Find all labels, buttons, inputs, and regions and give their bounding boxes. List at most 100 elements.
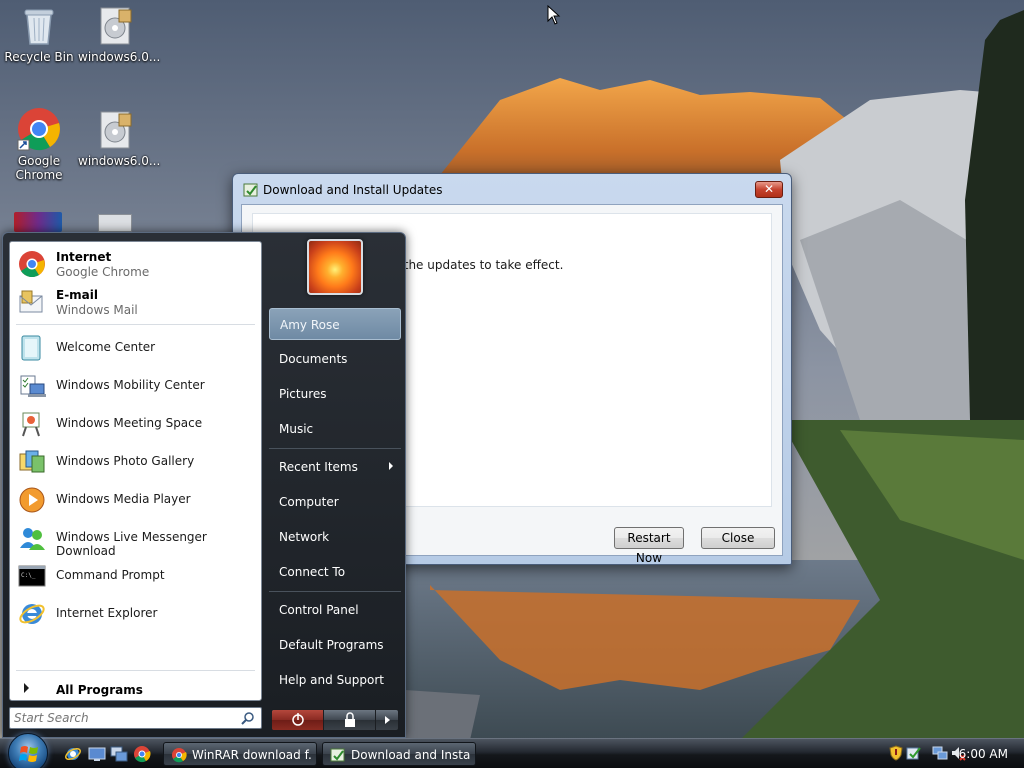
pinned-title: E-mail (56, 288, 99, 302)
places-label: Default Programs (279, 638, 384, 652)
pinned-subtitle: Windows Mail (56, 303, 138, 317)
chrome-icon (172, 748, 187, 763)
switch-windows-icon[interactable] (110, 745, 128, 763)
program-media-player[interactable]: Windows Media Player (14, 482, 258, 518)
start-search-input[interactable] (14, 710, 234, 726)
places-divider (269, 448, 401, 449)
taskbar-button-chrome[interactable]: WinRAR download f... (163, 742, 317, 766)
restart-now-button[interactable]: Restart Now (614, 527, 684, 565)
internet-explorer-icon (19, 604, 45, 624)
start-search-box[interactable] (9, 707, 262, 729)
places-help-and-support[interactable]: Help and Support (269, 664, 401, 696)
windows-update-icon (243, 183, 258, 197)
program-label: Command Prompt (56, 568, 165, 582)
start-menu-divider (16, 670, 255, 671)
places-user-folder[interactable]: Amy Rose (269, 308, 401, 340)
pinned-subtitle: Google Chrome (56, 265, 150, 279)
places-pictures[interactable]: Pictures (269, 378, 401, 410)
start-button[interactable] (8, 733, 48, 768)
places-recent-items[interactable]: Recent Items (269, 451, 401, 483)
update-check-icon[interactable] (906, 745, 922, 761)
places-label: Amy Rose (280, 318, 340, 332)
lock-icon (345, 712, 355, 727)
lock-button[interactable] (324, 710, 376, 730)
program-label: Welcome Center (56, 340, 156, 354)
places-label: Documents (279, 352, 348, 366)
places-network[interactable]: Network (269, 521, 401, 553)
installer-package-icon (93, 106, 139, 152)
program-photo-gallery[interactable]: Windows Photo Gallery (14, 444, 258, 480)
network-icon[interactable] (932, 745, 948, 761)
windows-update-icon (330, 748, 345, 762)
installer-package-icon[interactable] (98, 214, 132, 232)
close-button[interactable]: Close (701, 527, 775, 549)
media-player-icon (19, 487, 45, 513)
security-shield-icon[interactable] (888, 745, 904, 761)
all-programs-button[interactable]: All Programs (14, 680, 258, 700)
pinned-email[interactable]: E-mail Windows Mail (14, 284, 258, 320)
messenger-icon (20, 528, 45, 550)
places-music[interactable]: Music (269, 413, 401, 445)
mobility-center-icon (20, 375, 46, 397)
chrome-icon (16, 106, 62, 152)
program-label: Windows Photo Gallery (56, 454, 195, 468)
program-meeting-space[interactable]: Windows Meeting Space (14, 406, 258, 442)
internet-explorer-icon[interactable] (64, 745, 82, 763)
windows-logo-icon (19, 746, 38, 762)
winrar-icon[interactable] (14, 212, 62, 232)
desktop-icon-label: Google Chrome (15, 154, 63, 182)
show-desktop-icon[interactable] (88, 745, 106, 763)
chrome-icon[interactable] (133, 745, 151, 763)
installer-package-icon (93, 2, 139, 48)
program-live-messenger[interactable]: Windows Live Messenger Download (14, 520, 258, 558)
mouse-cursor-icon (547, 5, 561, 25)
submenu-arrow-icon (389, 462, 393, 470)
desktop-icon-windows-update-package[interactable]: windows6.0... (78, 2, 160, 64)
power-controls (271, 709, 399, 731)
program-label: Internet Explorer (56, 606, 158, 620)
power-button[interactable] (272, 710, 324, 730)
program-mobility-center[interactable]: Windows Mobility Center (14, 368, 258, 404)
taskbar: WinRAR download f... Download and Insta.… (0, 733, 1024, 768)
places-label: Network (279, 530, 330, 544)
search-icon[interactable] (241, 711, 255, 725)
places-computer[interactable]: Computer (269, 486, 401, 518)
pinned-internet[interactable]: Internet Google Chrome (14, 246, 258, 282)
program-welcome-center[interactable]: Welcome Center (14, 330, 258, 366)
shutdown-options-button[interactable] (376, 710, 398, 730)
welcome-center-icon (21, 335, 41, 361)
photo-gallery-icon (19, 450, 45, 473)
places-label: Pictures (279, 387, 327, 401)
places-label: Computer (279, 495, 339, 509)
places-connect-to[interactable]: Connect To (269, 556, 401, 588)
arrow-right-icon (24, 683, 29, 693)
program-internet-explorer[interactable]: Internet Explorer (14, 596, 258, 632)
meeting-space-icon (22, 412, 40, 437)
desktop-icon-windows-update-package-2[interactable]: windows6.0... (78, 106, 160, 168)
program-label: Windows Mobility Center (56, 378, 205, 392)
desktop-icon-google-chrome[interactable]: Google Chrome (1, 106, 77, 182)
places-label: Connect To (279, 565, 346, 579)
dialog-close-button[interactable]: ✕ (755, 181, 783, 198)
pinned-title: Internet (56, 250, 112, 264)
all-programs-label: All Programs (56, 683, 143, 697)
places-control-panel[interactable]: Control Panel (269, 594, 401, 626)
places-divider (269, 591, 401, 592)
power-icon (292, 713, 304, 726)
start-menu-programs-pane: Internet Google Chrome E-mail Windows Ma… (9, 241, 262, 701)
svg-text:C:\_: C:\_ (21, 572, 36, 579)
system-clock[interactable]: 6:00 AM (959, 747, 1008, 761)
close-icon: ✕ (763, 182, 775, 196)
desktop-icon-recycle-bin[interactable]: Recycle Bin (1, 2, 77, 64)
program-command-prompt[interactable]: C:\_ Command Prompt (14, 558, 258, 594)
taskbar-button-windows-update[interactable]: Download and Insta... (322, 742, 476, 766)
program-label: Windows Meeting Space (56, 416, 203, 430)
desktop-icon-label: Recycle Bin (4, 50, 74, 64)
places-default-programs[interactable]: Default Programs (269, 629, 401, 661)
places-documents[interactable]: Documents (269, 343, 401, 375)
places-label: Recent Items (279, 460, 358, 474)
start-menu-places-pane: Amy Rose Documents Pictures Music Recent… (265, 233, 405, 739)
start-menu: Internet Google Chrome E-mail Windows Ma… (2, 232, 406, 738)
program-label: Windows Media Player (56, 492, 191, 506)
user-avatar[interactable] (307, 239, 363, 295)
